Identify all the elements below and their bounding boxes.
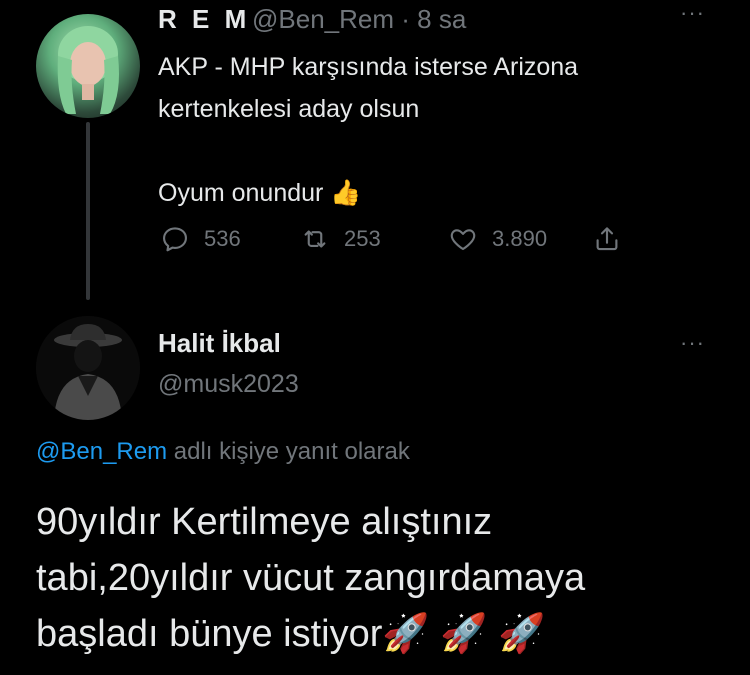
reply-count: 536 [204, 226, 241, 251]
share-action[interactable] [592, 224, 622, 254]
retweet-count: 253 [344, 226, 381, 251]
like-action[interactable]: 3.890 [448, 224, 547, 254]
like-icon [450, 229, 476, 251]
replying-to-mention[interactable]: @Ben_Rem [36, 438, 167, 465]
parent-handle[interactable]: @Ben_Rem [252, 4, 394, 34]
avatar-photo [36, 316, 140, 420]
avatar-photo [57, 26, 119, 114]
parent-display-name[interactable]: R E M [158, 4, 250, 35]
like-count: 3.890 [492, 226, 548, 251]
avatar[interactable] [36, 316, 140, 420]
tweet-actions: 536 253 3.890 [160, 224, 640, 260]
share-icon [596, 227, 618, 251]
retweet-icon [304, 230, 326, 248]
reply-tweet-text: 90yıldır Kertilmeye alıştınız tabi,20yıl… [36, 501, 586, 655]
parent-handle-time: @Ben_Rem · 8 sa [252, 4, 466, 35]
reply-icon [163, 227, 187, 252]
parent-tweet-text: AKP - MHP karşısında isterse Arizona ker… [158, 53, 579, 207]
replying-to-suffix: adlı kişiye yanıt olarak [167, 438, 410, 465]
avatar[interactable] [36, 14, 140, 118]
retweet-action[interactable]: 253 [300, 224, 381, 254]
more-icon[interactable]: ··· [680, 330, 705, 356]
thread-connector-line [86, 122, 90, 300]
reply-handle[interactable]: @musk2023 [158, 370, 299, 399]
separator-dot: · [401, 4, 410, 34]
reply-action[interactable]: 536 [160, 224, 241, 254]
replying-to-line: @Ben_Rem adlı kişiye yanıt olarak [36, 438, 410, 466]
more-icon[interactable]: ··· [680, 0, 705, 26]
reply-display-name[interactable]: Halit İkbal [158, 328, 281, 359]
parent-timestamp[interactable]: 8 sa [417, 4, 466, 34]
